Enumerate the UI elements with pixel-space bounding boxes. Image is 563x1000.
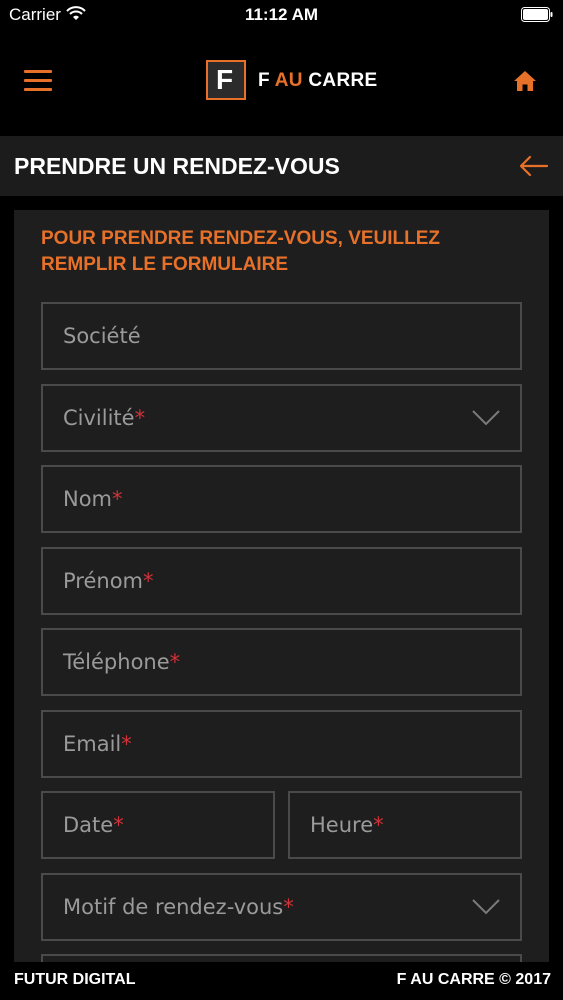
app-header: F F AU CARRE — [0, 30, 563, 136]
brand-prefix: F — [258, 70, 275, 91]
field-placeholder: Date* — [63, 813, 124, 837]
next-field-partial[interactable] — [41, 954, 522, 962]
brand-logo: F — [206, 60, 246, 100]
field-placeholder: Email* — [63, 732, 132, 756]
footer: FUTUR DIGITAL F AU CARRE © 2017 — [0, 962, 563, 1000]
civilite-select[interactable]: Civilité* — [41, 384, 522, 452]
field-placeholder: Heure* — [310, 813, 384, 837]
chevron-down-icon — [472, 899, 500, 915]
logo-letter: F — [216, 64, 234, 95]
field-placeholder: Motif de rendez-vous* — [63, 895, 294, 919]
back-arrow-icon[interactable] — [519, 154, 549, 178]
date-field[interactable]: Date* — [41, 791, 275, 859]
heure-field[interactable]: Heure* — [288, 791, 522, 859]
footer-left-label: FUTUR DIGITAL — [14, 971, 136, 988]
status-time: 11:12 AM — [244, 5, 319, 24]
appointment-form: POUR PRENDRE RENDEZ-VOUS, VEUILLEZ REMPL… — [14, 210, 549, 962]
societe-field[interactable]: Société — [41, 302, 522, 370]
field-placeholder: Civilité* — [63, 406, 146, 430]
brand-accent: AU — [274, 70, 303, 91]
title-bar: PRENDRE UN RENDEZ-VOUS — [0, 136, 563, 196]
chevron-down-icon — [472, 410, 500, 426]
brand-name: F AU CARRE — [258, 70, 377, 92]
field-placeholder: Société — [63, 324, 141, 348]
prenom-field[interactable]: Prénom* — [41, 547, 522, 615]
page-title: PRENDRE UN RENDEZ-VOUS — [14, 153, 340, 179]
field-placeholder: Nom* — [63, 487, 123, 511]
motif-select[interactable]: Motif de rendez-vous* — [41, 873, 522, 941]
home-icon[interactable] — [513, 70, 537, 92]
status-bar: Carrier 11:12 AM — [0, 0, 563, 30]
hamburger-menu-icon[interactable] — [24, 70, 52, 92]
nom-field[interactable]: Nom* — [41, 465, 522, 533]
field-placeholder: Prénom* — [63, 569, 154, 593]
battery-icon — [521, 7, 553, 22]
field-placeholder: Téléphone* — [63, 650, 181, 674]
brand-suffix: CARRE — [302, 70, 378, 91]
copyright-label: F AU CARRE © 2017 — [396, 971, 551, 988]
telephone-field[interactable]: Téléphone* — [41, 628, 522, 696]
form-heading: POUR PRENDRE RENDEZ-VOUS, VEUILLEZ REMPL… — [41, 228, 441, 275]
email-field[interactable]: Email* — [41, 710, 522, 778]
